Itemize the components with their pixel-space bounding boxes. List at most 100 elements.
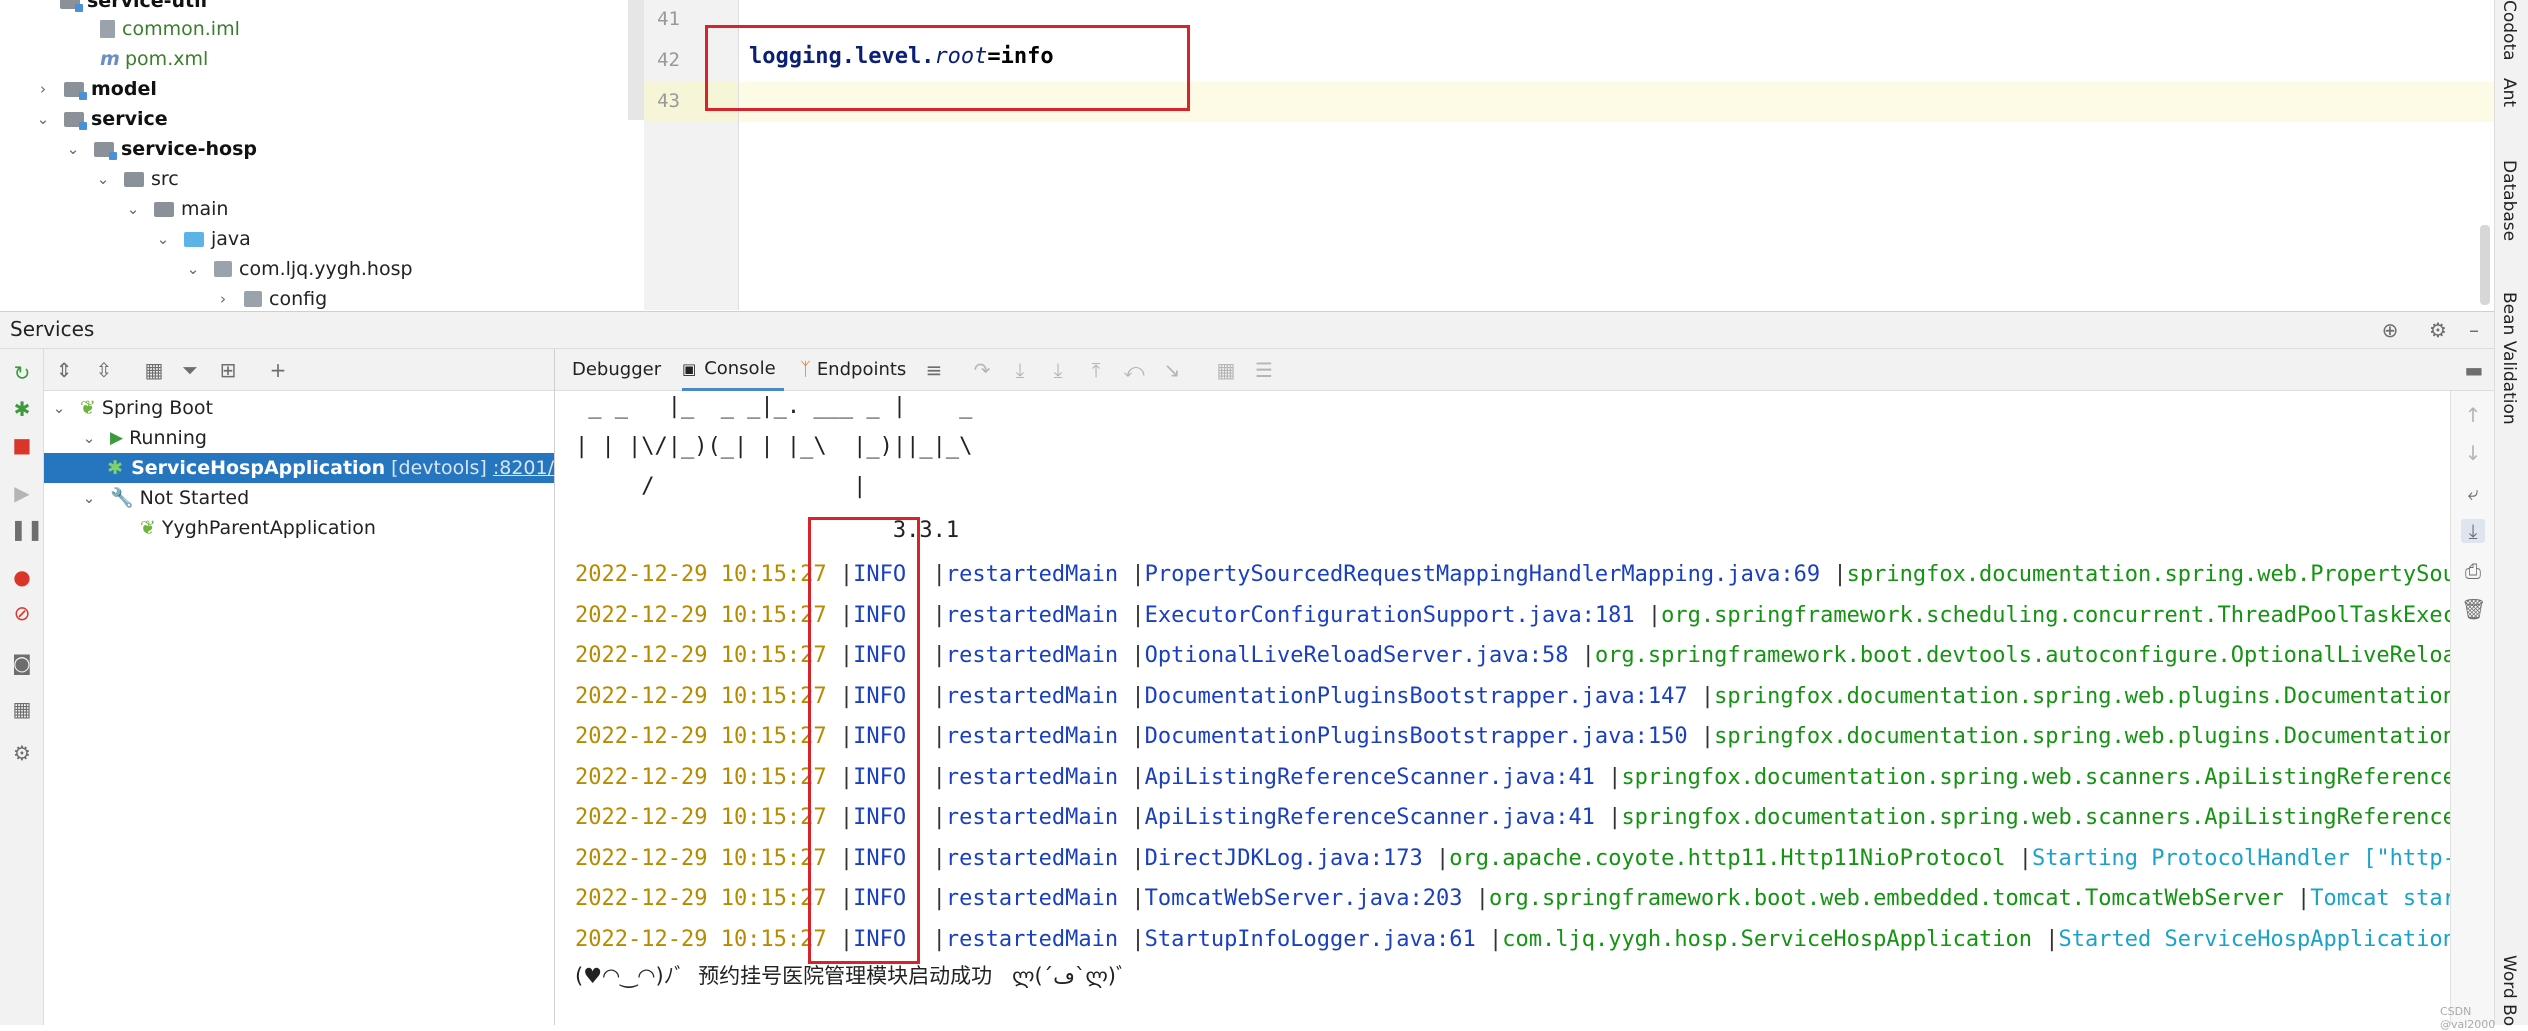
spring-boot-icon: ❦ — [140, 517, 156, 539]
tool-window-ant[interactable]: Ant — [2499, 78, 2519, 107]
add-icon[interactable]: + — [266, 358, 290, 382]
services-header — [0, 311, 2494, 349]
source-folder-icon — [184, 231, 204, 247]
watermark: CSDN @val2000 — [2440, 1005, 2496, 1031]
project-tree: service-util common.iml m pom.xml › mode… — [0, 0, 640, 310]
scroll-up-icon[interactable]: ↑ — [2461, 403, 2485, 427]
trash-icon[interactable]: 🗑 — [2461, 597, 2486, 621]
settings-icon[interactable]: ⚙ — [10, 741, 34, 765]
tree-service-hosp-application[interactable]: ✱ ServiceHospApplication [devtools] :820… — [44, 453, 554, 483]
pause-icon[interactable]: ❚❚ — [10, 517, 44, 541]
log-separator: | — [1118, 764, 1145, 790]
tree-item-package[interactable]: ⌄ com.ljq.yygh.hosp — [186, 254, 413, 284]
scroll-to-end-icon[interactable]: ⤓ — [2461, 519, 2485, 543]
scroll-down-icon[interactable]: ↓ — [2461, 441, 2485, 465]
startup-success-message: (♥◠‿◠)ﾉﾞ 预约挂号医院管理模块启动成功 ლ(´ڡ`ლ)ﾞ — [575, 964, 1127, 988]
chevron-down-icon[interactable]: ⌄ — [186, 262, 200, 277]
expand-all-icon[interactable]: ⇕ — [52, 358, 76, 382]
module-folder-icon — [94, 141, 117, 160]
tab-endpoints[interactable]: ᛉ Endpoints — [800, 349, 906, 391]
tree-not-started-group[interactable]: ⌄ 🔧 Not Started — [82, 483, 249, 513]
log-source: DocumentationPluginsBootstrapper.java:15… — [1144, 724, 1688, 749]
tree-item-service[interactable]: ⌄ service — [36, 104, 168, 134]
minimize-icon[interactable]: – — [2462, 318, 2486, 342]
tree-item-java[interactable]: ⌄ java — [156, 224, 251, 254]
step-over-icon[interactable]: ↷ — [970, 358, 994, 382]
log-message: Tomcat started — [2310, 886, 2450, 911]
camera-icon[interactable]: ◙ — [10, 651, 34, 675]
line-number: 41 — [657, 8, 680, 30]
services-tree-toolbar: ⇕ ⇳ ▦ ⏷ ⊞ + — [44, 349, 554, 391]
new-group-icon[interactable]: ⊞ — [216, 358, 240, 382]
mute-breakpoints-icon[interactable]: ⊘ — [10, 601, 34, 625]
tree-item-service-hosp[interactable]: ⌄ service-hosp — [66, 134, 257, 164]
console-icon: ▣ — [682, 359, 697, 378]
tab-console[interactable]: ▣ Console — [682, 349, 784, 391]
banner-line: | | |\/|_)(_| | |_\ |_)||_|_\ — [575, 434, 973, 459]
force-step-into-icon[interactable]: ⤓ — [1046, 358, 1070, 382]
chevron-right-icon[interactable]: › — [36, 82, 50, 97]
editor-scrollbar[interactable] — [2480, 225, 2490, 305]
resume-icon[interactable]: ▶ — [10, 481, 34, 505]
tool-window-codota[interactable]: Codota — [2499, 0, 2519, 61]
tool-window-bean-validation[interactable]: Bean Validation — [2499, 292, 2519, 425]
evaluate-icon[interactable]: ▦ — [1214, 358, 1238, 382]
tree-item-main[interactable]: ⌄ main — [126, 194, 229, 224]
collapse-all-icon[interactable]: ⇳ — [92, 358, 116, 382]
print-icon[interactable]: ⎙ — [2461, 559, 2485, 583]
layout-settings-icon[interactable]: ▬ — [2462, 358, 2486, 382]
tree-item-src[interactable]: ⌄ src — [96, 164, 179, 194]
tree-item-model[interactable]: › model — [36, 74, 157, 104]
breakpoint-icon[interactable]: ● — [10, 565, 34, 589]
run-to-cursor-icon[interactable]: ↘ — [1160, 358, 1184, 382]
tree-item-pom-xml[interactable]: m pom.xml — [100, 44, 208, 74]
tree-item-config[interactable]: › config — [216, 284, 327, 310]
tree-item-common-iml[interactable]: common.iml — [100, 14, 240, 44]
module-folder-icon — [64, 81, 87, 100]
menu-icon[interactable]: ≡ — [922, 358, 946, 382]
layout-icon[interactable]: ▦ — [10, 697, 34, 721]
tool-window-database[interactable]: Database — [2499, 160, 2519, 241]
chevron-down-icon[interactable]: ⌄ — [96, 172, 110, 187]
chevron-down-icon[interactable]: ⌄ — [52, 401, 66, 416]
chevron-down-icon[interactable]: ⌄ — [82, 491, 96, 506]
tree-spring-boot[interactable]: ⌄ ❦ Spring Boot — [52, 393, 213, 423]
filter-icon[interactable]: ⏷ — [178, 358, 202, 382]
log-logger: com.ljq.yygh.hosp.ServiceHospApplication — [1502, 926, 2033, 952]
log-separator: | — [1118, 926, 1145, 952]
debug-icon[interactable]: ✱ — [10, 397, 34, 421]
chevron-down-icon[interactable]: ⌄ — [82, 431, 96, 446]
module-folder-icon — [64, 111, 87, 130]
tree-item-label: pom.xml — [125, 48, 209, 70]
maven-file-icon: m — [100, 48, 120, 70]
log-separator: | — [2005, 845, 2033, 871]
group-by-icon[interactable]: ▦ — [142, 358, 166, 382]
soft-wrap-icon[interactable]: ⤶ — [2461, 481, 2485, 505]
drop-frame-icon[interactable]: ⤺ — [1122, 358, 1146, 382]
log-separator: | — [1475, 926, 1503, 952]
banner-line: _ _ |_ _ _|_. ___ _ | _ — [575, 394, 973, 419]
stop-icon[interactable]: ■ — [10, 433, 34, 457]
log-timestamp: 2022-12-29 10:15:27 — [575, 643, 827, 668]
target-icon[interactable]: ⊕ — [2378, 318, 2402, 342]
gear-icon[interactable]: ⚙ — [2426, 318, 2450, 342]
log-separator: | — [1118, 886, 1145, 911]
chevron-down-icon[interactable]: ⌄ — [36, 112, 50, 127]
log-separator: | — [1118, 724, 1145, 749]
app-port-link[interactable]: :8201/ — [493, 453, 554, 483]
chevron-down-icon[interactable]: ⌄ — [66, 142, 80, 157]
log-logger: springfox.documentation.spring.web.Prope… — [1846, 562, 2450, 587]
step-out-icon[interactable]: ⤒ — [1084, 358, 1108, 382]
trace-icon[interactable]: ☰ — [1252, 358, 1276, 382]
chevron-down-icon[interactable]: ⌄ — [126, 202, 140, 217]
log-logger: org.apache.coyote.http11.Http11NioProtoc… — [1449, 845, 2006, 871]
log-timestamp: 2022-12-29 10:15:27 — [575, 724, 827, 749]
tree-running-group[interactable]: ⌄ ▶ Running — [82, 423, 207, 453]
tree-yygh-parent-application[interactable]: ❦ YyghParentApplication — [140, 513, 376, 543]
rerun-icon[interactable]: ↻ — [10, 361, 34, 385]
app-devtools-tag: [devtools] — [391, 457, 487, 479]
step-into-icon[interactable]: ⤓ — [1008, 358, 1032, 382]
chevron-down-icon[interactable]: ⌄ — [156, 232, 170, 247]
tab-debugger[interactable]: Debugger — [572, 349, 661, 391]
chevron-right-icon[interactable]: › — [216, 292, 230, 307]
